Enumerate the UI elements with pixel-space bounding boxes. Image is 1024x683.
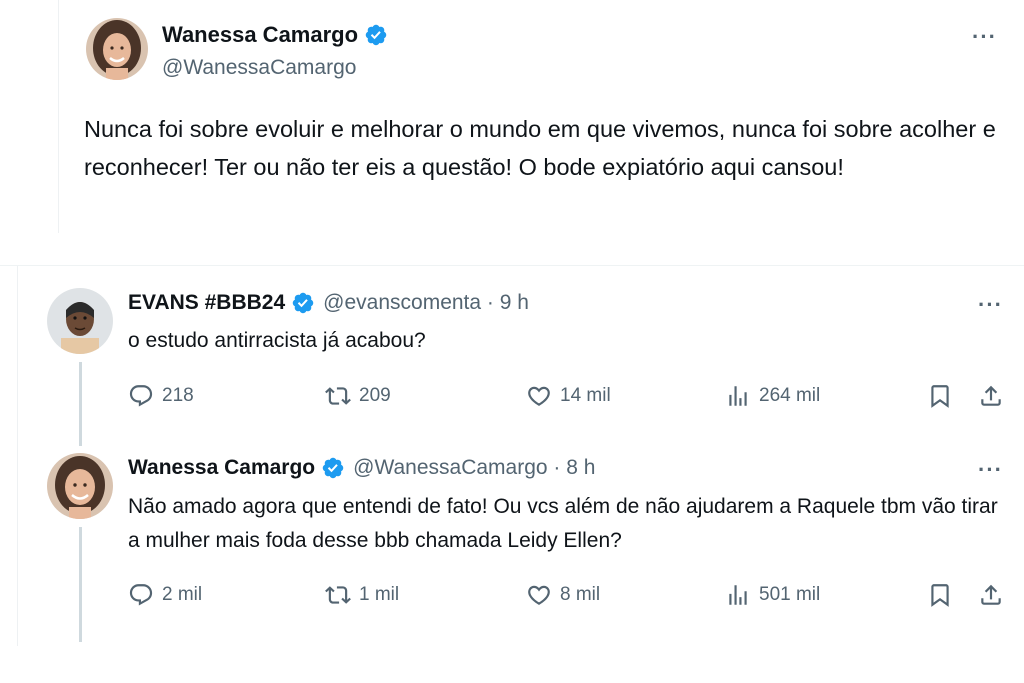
retweet-icon (325, 387, 351, 405)
like-button[interactable]: 14 mil (526, 383, 611, 409)
views-icon (729, 585, 747, 605)
author-handle[interactable]: @WanessaCamargo (162, 56, 356, 80)
reply-icon (129, 584, 153, 606)
bookmark-button[interactable] (927, 383, 953, 414)
author-handle[interactable]: @evanscomenta · 9 h (323, 291, 529, 315)
share-icon (981, 385, 1001, 406)
reply-header: EVANS #BBB24 @evanscomenta · 9 h (128, 291, 529, 315)
author-row: Wanessa Camargo (162, 22, 388, 48)
retweet-count: 209 (359, 385, 391, 406)
like-icon (528, 386, 550, 406)
views-count: 264 mil (759, 385, 821, 406)
author-name[interactable]: Wanessa Camargo (128, 456, 315, 480)
more-icon[interactable]: ··· (978, 457, 1003, 483)
action-bar: 2 mil 1 mil 8 mil 501 mil (128, 582, 1008, 612)
avatar[interactable] (47, 288, 113, 354)
verified-badge-icon (322, 457, 344, 479)
views-count: 501 mil (759, 584, 821, 605)
left-border (17, 266, 18, 646)
like-icon (528, 585, 550, 605)
views-icon (729, 386, 747, 406)
like-button[interactable]: 8 mil (526, 582, 600, 608)
reply-button[interactable]: 2 mil (128, 582, 202, 608)
like-count: 8 mil (560, 584, 601, 605)
retweet-count: 1 mil (359, 584, 400, 605)
more-icon[interactable]: ··· (972, 24, 997, 50)
share-button[interactable] (978, 582, 1004, 613)
author-name[interactable]: EVANS #BBB24 (128, 291, 285, 315)
avatar[interactable] (47, 453, 113, 519)
views-button[interactable]: 264 mil (725, 383, 820, 409)
more-icon[interactable]: ··· (978, 292, 1003, 318)
tweet-text: Não amado agora que entendi de fato! Ou … (128, 495, 998, 552)
retweet-icon (325, 586, 351, 604)
author-name[interactable]: Wanessa Camargo (162, 22, 358, 48)
author-handle[interactable]: @WanessaCamargo · 8 h (353, 456, 595, 480)
verified-badge-icon (365, 24, 387, 46)
thread-line (79, 527, 82, 642)
avatar[interactable] (86, 18, 148, 80)
like-count: 14 mil (560, 385, 611, 406)
reply-count: 2 mil (162, 584, 203, 605)
thread-line (79, 362, 82, 446)
retweet-button[interactable]: 209 (325, 383, 391, 409)
views-button[interactable]: 501 mil (725, 582, 820, 608)
reply-icon (129, 385, 153, 407)
bookmark-button[interactable] (927, 582, 953, 613)
reply-count: 218 (162, 385, 194, 406)
bookmark-icon (931, 385, 949, 408)
retweet-button[interactable]: 1 mil (325, 582, 399, 608)
tweet-text: o estudo antirracista já acabou? (128, 329, 426, 352)
reply-button[interactable]: 218 (128, 383, 194, 409)
bookmark-icon (931, 584, 949, 607)
tweet-text: Nunca foi sobre evoluir e melhorar o mun… (84, 116, 996, 180)
divider (0, 265, 1024, 266)
verified-badge-icon (292, 292, 314, 314)
main-tweet: Wanessa Camargo @WanessaCamargo ··· Nunc… (58, 0, 1024, 233)
action-bar: 218 209 14 mil 264 mil (128, 383, 1008, 413)
reply-header: Wanessa Camargo @WanessaCamargo · 8 h (128, 456, 595, 480)
share-icon (981, 584, 1001, 605)
share-button[interactable] (978, 383, 1004, 414)
